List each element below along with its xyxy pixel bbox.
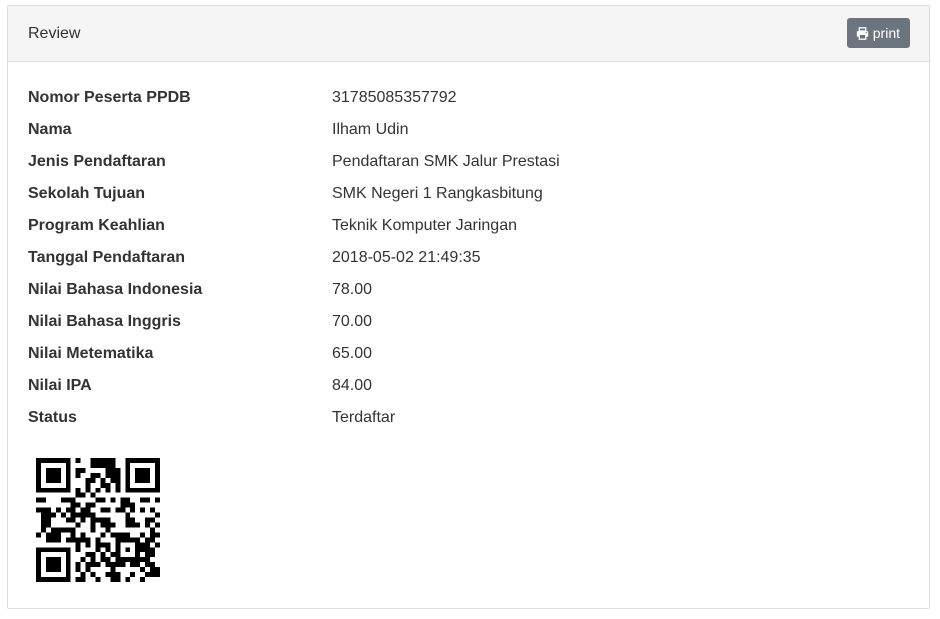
detail-value: 31785085357792 (332, 89, 457, 106)
print-icon (856, 26, 868, 40)
panel-title: Review (28, 25, 81, 42)
detail-value: 78.00 (332, 281, 373, 298)
detail-row: Tanggal Pendaftaran 2018-05-02 21:49:35 (28, 242, 560, 274)
detail-value: 70.00 (332, 313, 373, 330)
detail-value: Pendaftaran SMK Jalur Prestasi (332, 153, 560, 170)
review-panel: Review print Nomor Peserta PPDB 317850853… (7, 5, 930, 609)
detail-label: Status (28, 409, 77, 426)
detail-row: Nama Ilham Udin (28, 114, 560, 146)
detail-row: Sekolah Tujuan SMK Negeri 1 Rangkasbitung (28, 178, 560, 210)
detail-value: 2018-05-02 21:49:35 (332, 249, 481, 266)
qr-code-image (36, 458, 160, 582)
detail-row: Nilai Bahasa Inggris 70.00 (28, 306, 560, 338)
detail-value: 65.00 (332, 345, 373, 362)
detail-label: Nilai Metematika (28, 345, 154, 362)
details-list: Nomor Peserta PPDB 31785085357792 Nama Ilha… (28, 82, 560, 434)
detail-label: Tanggal Pendaftaran (28, 249, 186, 266)
detail-value: 84.00 (332, 377, 373, 394)
detail-row: Nilai Bahasa Indonesia 78.00 (28, 274, 560, 306)
detail-row: Nilai Metematika 65.00 (28, 338, 560, 370)
detail-label: Nama (28, 121, 72, 138)
detail-label: Sekolah Tujuan (28, 185, 146, 202)
detail-label: Jenis Pendaftaran (28, 153, 166, 170)
print-button[interactable]: print (846, 18, 910, 48)
detail-label: Nilai Bahasa Inggris (28, 313, 181, 330)
detail-value: Teknik Komputer Jaringan (332, 217, 517, 234)
detail-row: Jenis Pendaftaran Pendaftaran SMK Jalur P… (28, 146, 560, 178)
detail-value: Ilham Udin (332, 121, 409, 138)
panel-heading: Review print (8, 6, 929, 62)
detail-label: Nilai IPA (28, 377, 92, 394)
detail-label: Program Keahlian (28, 217, 165, 234)
detail-row: Nilai IPA 84.00 (28, 370, 560, 402)
detail-row: Nomor Peserta PPDB 31785085357792 (28, 82, 560, 114)
detail-label: Nomor Peserta PPDB (28, 89, 191, 106)
print-button-label: print (872, 25, 900, 41)
detail-value: SMK Negeri 1 Rangkasbitung (332, 185, 543, 202)
detail-row: Program Keahlian Teknik Komputer Jaringan (28, 210, 560, 242)
detail-row: Status Terdaftar (28, 402, 560, 434)
detail-value: Terdaftar (332, 409, 396, 426)
detail-label: Nilai Bahasa Indonesia (28, 281, 203, 298)
